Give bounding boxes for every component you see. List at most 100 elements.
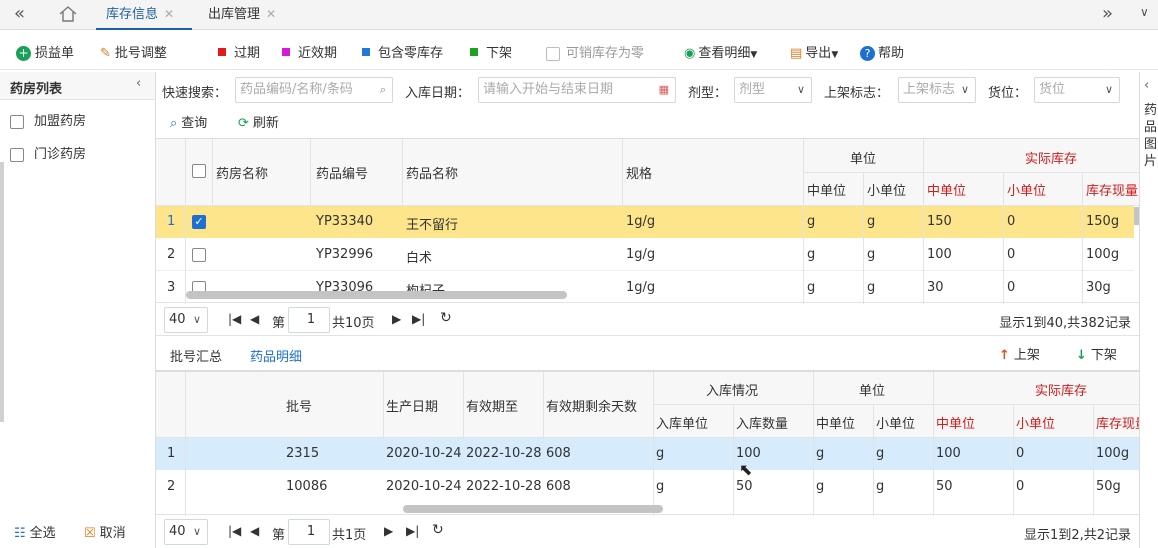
- col-pharmacy[interactable]: 药房名称: [216, 163, 268, 182]
- col-stock-small[interactable]: 小单位: [1007, 180, 1046, 199]
- expired-filter[interactable]: 过期: [218, 44, 260, 64]
- col-spec[interactable]: 规格: [626, 163, 652, 182]
- form-select[interactable]: 剂型 ∨: [734, 77, 812, 103]
- next-page-icon[interactable]: ▶: [392, 312, 401, 326]
- chevron-left-icon[interactable]: ‹: [1144, 78, 1149, 93]
- page-number-input[interactable]: 1: [288, 519, 330, 545]
- col-in-unit[interactable]: 入库单位: [656, 413, 708, 432]
- col-stock-small[interactable]: 小单位: [1016, 413, 1055, 432]
- cell-days-left: 608: [546, 479, 571, 494]
- cell-in-qty[interactable]: 50: [736, 479, 753, 494]
- col-code[interactable]: 药品编号: [316, 163, 368, 182]
- horizontal-scrollbar[interactable]: [403, 505, 663, 513]
- select-all-button[interactable]: ☷ 全选: [14, 522, 56, 541]
- prev-page-icon[interactable]: ◀: [250, 312, 259, 326]
- first-page-icon[interactable]: |◀: [228, 524, 241, 538]
- export-button[interactable]: ▤ 导出▼: [790, 44, 838, 64]
- date-range-input[interactable]: 请输入开始与结束日期 ▦: [478, 77, 676, 103]
- cell-small: g: [876, 446, 885, 461]
- tab-batch-summary[interactable]: 批号汇总: [170, 346, 222, 365]
- cell-stock-small: 0: [1016, 479, 1025, 494]
- cell-in-qty[interactable]: 100: [736, 446, 761, 461]
- record-summary: 显示1到2,共2记录: [1024, 528, 1131, 543]
- col-mid-unit[interactable]: 中单位: [807, 180, 846, 199]
- view-detail-label: 查看明细: [698, 46, 751, 61]
- reload-icon[interactable]: ↻: [440, 310, 452, 326]
- checkbox[interactable]: [10, 147, 24, 162]
- col-stock-now[interactable]: 库存现量: [1096, 413, 1139, 432]
- calendar-icon[interactable]: ▦: [659, 78, 669, 102]
- quick-search-input[interactable]: 药品编码/名称/条码 ⌕: [235, 77, 393, 103]
- reload-icon[interactable]: ↻: [432, 522, 444, 538]
- near-expiry-filter[interactable]: 近效期: [282, 44, 337, 64]
- search-icon[interactable]: ⌕: [380, 78, 386, 102]
- sellable-zero-toggle[interactable]: 可销库存为零: [546, 44, 644, 64]
- close-icon[interactable]: ✕: [266, 7, 276, 21]
- col-prod-date[interactable]: 生产日期: [386, 396, 438, 415]
- chevron-down-icon: ∨: [192, 313, 201, 326]
- page-number-input[interactable]: 1: [288, 307, 330, 333]
- chevron-left-icon[interactable]: ‹: [136, 76, 141, 91]
- help-button[interactable]: ? 帮助: [860, 44, 904, 64]
- shelf-flag-select[interactable]: 上架标志 ∨: [898, 77, 976, 103]
- cell-stock-now: 100g: [1086, 247, 1120, 262]
- double-chevron-left-icon[interactable]: «: [14, 3, 25, 24]
- batch-adjust-button[interactable]: ✎ 批号调整: [100, 44, 167, 64]
- chevron-down-icon[interactable]: ∨: [1140, 5, 1149, 19]
- cell-spec: 1g/g: [626, 280, 656, 295]
- tab-drug-detail[interactable]: 药品明细: [240, 346, 313, 373]
- close-icon[interactable]: ✕: [164, 7, 174, 21]
- table-row[interactable]: 3 YP33096 枸杞子 1g/g g g 30 0 30g: [156, 272, 1134, 304]
- table-row[interactable]: 2 10086 2020-10-24 2022-10-28 608 g 50 g…: [156, 471, 1139, 503]
- location-select[interactable]: 货位 ∨: [1034, 77, 1120, 103]
- header-checkbox[interactable]: [192, 163, 206, 178]
- unshelve-button[interactable]: ↓ 下架: [1076, 344, 1117, 363]
- pharmacy-sidebar: 药房列表 ‹ 加盟药房 门诊药房 ☷ 全选 ☒ 取消: [0, 72, 156, 548]
- table-row[interactable]: 1 2315 2020-10-24 2022-10-28 608 g 100 g…: [156, 438, 1139, 470]
- col-batch[interactable]: 批号: [286, 396, 312, 415]
- shelve-label: 上架: [1013, 348, 1040, 363]
- double-chevron-right-icon[interactable]: »: [1102, 3, 1113, 24]
- loss-profit-button[interactable]: + 损益单: [16, 44, 74, 64]
- next-page-icon[interactable]: ▶: [384, 524, 393, 538]
- page-size-select[interactable]: 40 ∨: [164, 307, 208, 333]
- zero-stock-filter[interactable]: 包含零库存: [362, 44, 443, 64]
- col-days-left[interactable]: 有效期剩余天数: [546, 396, 637, 415]
- first-page-icon[interactable]: |◀: [228, 312, 241, 326]
- col-in-qty[interactable]: 入库数量: [736, 413, 788, 432]
- prev-page-icon[interactable]: ◀: [250, 524, 259, 538]
- col-expiry[interactable]: 有效期至: [466, 396, 518, 415]
- table-row[interactable]: 2 YP32996 白术 1g/g g g 100 0 100g: [156, 239, 1134, 271]
- col-small-unit[interactable]: 小单位: [867, 180, 906, 199]
- horizontal-scrollbar[interactable]: [186, 291, 567, 299]
- sidebar-item-franchise[interactable]: 加盟药房: [10, 110, 86, 129]
- tab-outbound[interactable]: 出库管理 ✕: [200, 0, 296, 30]
- shelve-button[interactable]: ↑ 上架: [999, 344, 1040, 363]
- table-row[interactable]: 1 ✓ YP33340 王不留行 1g/g g g 150 0 150g: [156, 206, 1134, 238]
- vertical-scrollbar[interactable]: [1134, 207, 1139, 225]
- last-page-icon[interactable]: ▶|: [412, 312, 425, 326]
- tab-inventory[interactable]: 库存信息 ✕: [96, 0, 192, 30]
- view-detail-button[interactable]: ◉ 查看明细▼: [684, 44, 757, 64]
- page-prefix: 第: [272, 316, 286, 331]
- sidebar-item-clinic[interactable]: 门诊药房: [10, 143, 86, 162]
- col-stock-now[interactable]: 库存现量: [1086, 180, 1138, 199]
- query-button[interactable]: ⌕ 查询: [170, 112, 207, 131]
- cancel-button[interactable]: ☒ 取消: [84, 522, 126, 541]
- page-size-select[interactable]: 40 ∨: [164, 519, 208, 545]
- col-name[interactable]: 药品名称: [406, 163, 458, 182]
- checkbox[interactable]: [10, 114, 24, 129]
- offshelf-filter[interactable]: 下架: [470, 44, 512, 64]
- sidebar-scrollbar[interactable]: [0, 162, 4, 422]
- col-mid-unit[interactable]: 中单位: [816, 413, 855, 432]
- checkbox[interactable]: [546, 46, 560, 61]
- col-stock-mid[interactable]: 中单位: [936, 413, 975, 432]
- row-checkbox[interactable]: ✓: [192, 214, 206, 229]
- refresh-button[interactable]: ⟳ 刷新: [238, 112, 279, 131]
- col-stock-mid[interactable]: 中单位: [927, 180, 966, 199]
- home-icon[interactable]: [58, 5, 78, 23]
- last-page-icon[interactable]: ▶|: [406, 524, 419, 538]
- row-checkbox[interactable]: [192, 247, 206, 262]
- page-size-value: 40: [169, 312, 186, 327]
- col-small-unit[interactable]: 小单位: [876, 413, 915, 432]
